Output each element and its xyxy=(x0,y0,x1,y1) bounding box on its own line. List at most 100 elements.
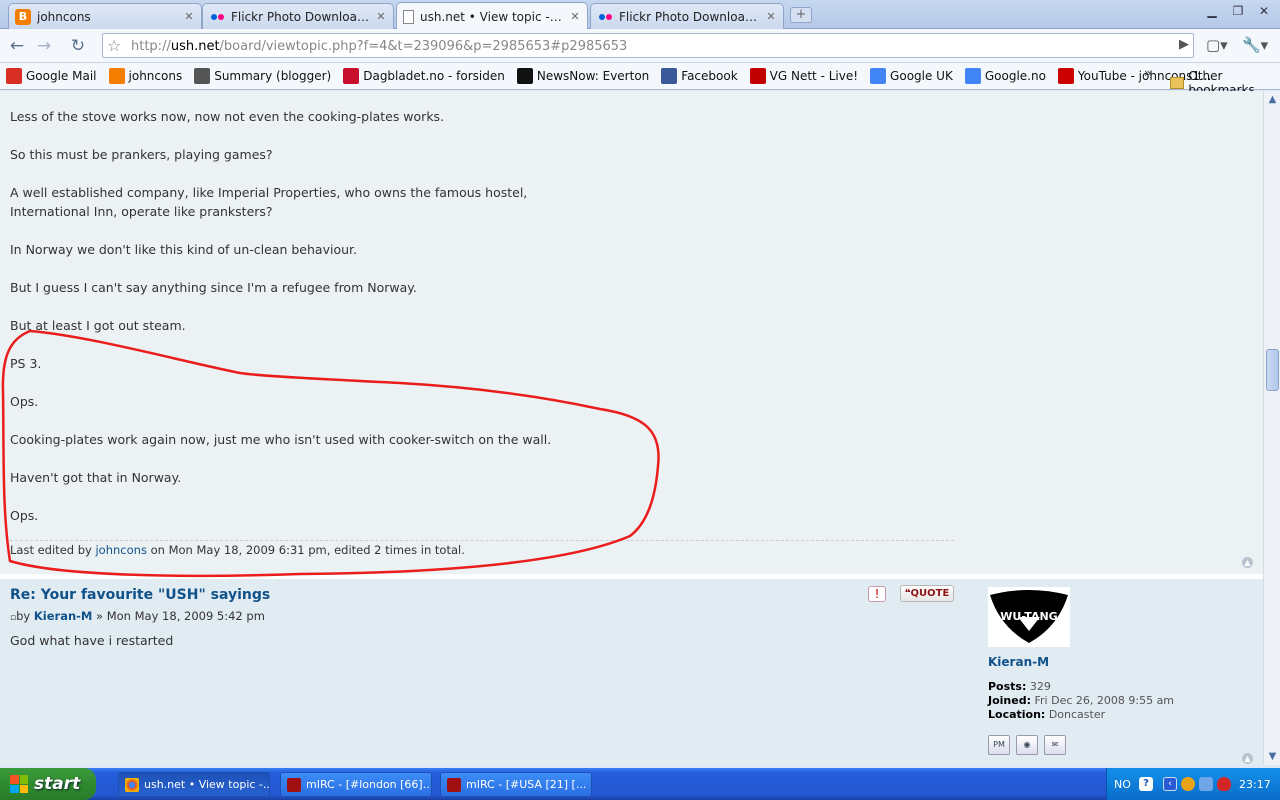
author-link[interactable]: Kieran-M xyxy=(34,609,93,623)
post-line: But at least I got out steam. xyxy=(10,318,186,333)
bookmark-item[interactable]: NewsNow: Everton xyxy=(516,68,649,84)
profile-actions: PM ◉ ✉ xyxy=(988,735,1248,755)
bookmark-label: Facebook xyxy=(681,69,738,83)
taskbar-button-mirc-london[interactable]: mIRC - [#london [66]... xyxy=(280,772,432,797)
bookmark-item[interactable]: VG Nett - Live! xyxy=(749,68,859,84)
bookmark-favicon-icon xyxy=(749,68,766,84)
scroll-up-icon[interactable]: ▲ xyxy=(1266,93,1279,106)
taskbar-button-chrome[interactable]: ush.net • View topic -... xyxy=(118,772,270,797)
back-to-top-icon[interactable]: ▲ xyxy=(1242,557,1253,568)
page-icon xyxy=(403,9,414,24)
bookmark-star-icon[interactable]: ☆ xyxy=(107,36,121,55)
bookmark-item[interactable]: Dagbladet.no - forsiden xyxy=(343,68,505,84)
post-line: But I guess I can't say anything since I… xyxy=(10,280,417,295)
url-text[interactable]: http://ush.net/board/viewtopic.php?f=4&t… xyxy=(131,39,627,54)
bookmark-item[interactable]: johncons xyxy=(108,68,182,84)
profile-location: Location: Doncaster xyxy=(988,708,1106,721)
bookmarks-overflow-icon[interactable]: » xyxy=(1144,66,1151,80)
quote-button[interactable]: ❝QUOTE xyxy=(900,585,954,602)
system-tray: NO ? ‹ 23:17 xyxy=(1106,768,1280,800)
post-line: Ops. xyxy=(10,508,39,523)
taskbar-button-mirc-usa[interactable]: mIRC - [#USA [21] [... xyxy=(440,772,592,797)
bookmark-item[interactable]: Google.no xyxy=(964,68,1046,84)
post-line: Haven't got that in Norway. xyxy=(10,470,182,485)
close-icon[interactable]: ✕ xyxy=(183,10,195,23)
bookmark-item[interactable]: Facebook xyxy=(661,68,738,84)
folder-icon xyxy=(1170,77,1185,89)
windows-logo-icon xyxy=(10,775,28,793)
scrollbar-thumb[interactable] xyxy=(1266,349,1279,391)
bookmark-item[interactable]: Summary (blogger) xyxy=(194,68,331,84)
bookmark-item[interactable]: Google UK xyxy=(870,68,953,84)
post-author-line: ▫by Kieran-M » Mon May 18, 2009 5:42 pm xyxy=(10,609,265,623)
window-controls: ▁ ❐ ✕ xyxy=(1200,2,1276,20)
post-line: In Norway we don't like this kind of un-… xyxy=(10,242,357,257)
close-icon[interactable]: ✕ xyxy=(765,10,777,23)
bookmark-favicon-icon xyxy=(870,68,887,84)
report-icon[interactable]: ! xyxy=(868,586,886,602)
address-bar[interactable]: ☆ http://ush.net/board/viewtopic.php?f=4… xyxy=(102,33,1194,58)
post-johncons: Less of the stove works now, now not eve… xyxy=(0,91,1263,574)
bookmark-label: VG Nett - Live! xyxy=(769,69,859,83)
pm-icon[interactable]: PM xyxy=(988,735,1010,755)
new-tab-button[interactable]: + xyxy=(790,7,812,23)
tab-strip: B johncons ✕ Flickr Photo Download: exp…… xyxy=(0,0,1280,30)
avatar[interactable]: WU-TANG xyxy=(988,587,1070,647)
restore-icon[interactable]: ❐ xyxy=(1226,2,1250,20)
profile-name-link[interactable]: Kieran-M xyxy=(988,655,1248,669)
chrome-icon xyxy=(125,777,139,792)
post-body: God what have i restarted xyxy=(10,633,174,648)
globe-icon[interactable]: ◉ xyxy=(1016,735,1038,755)
tab-ush-view-topic[interactable]: ush.net • View topic - Your … ✕ xyxy=(396,2,588,30)
network-icon[interactable] xyxy=(1181,777,1195,791)
clock: 23:17 xyxy=(1239,778,1271,791)
bookmark-label: Google Mail xyxy=(26,69,97,83)
post-line: So this must be prankers, playing games? xyxy=(10,147,273,162)
post-line: International Inn, operate like prankste… xyxy=(10,204,273,219)
signature-divider xyxy=(10,540,954,541)
forward-arrow-icon[interactable]: → xyxy=(33,35,55,57)
security-shield-icon[interactable] xyxy=(1217,777,1231,791)
close-window-icon[interactable]: ✕ xyxy=(1252,2,1276,20)
bookmark-favicon-icon xyxy=(964,68,981,84)
wrench-icon[interactable]: 🔧▾ xyxy=(1242,36,1268,54)
blogger-icon: B xyxy=(15,8,31,25)
close-icon[interactable]: ✕ xyxy=(569,10,581,23)
back-to-top-icon[interactable]: ▲ xyxy=(1242,753,1253,764)
bookmark-label: Google.no xyxy=(984,69,1046,83)
bookmark-item[interactable]: Google Mail xyxy=(6,68,97,84)
arrow-left-icon[interactable]: ‹ xyxy=(1163,777,1177,791)
post-line: PS 3. xyxy=(10,356,42,371)
go-icon[interactable]: ▶ xyxy=(1179,37,1189,52)
tab-flickr-exp[interactable]: Flickr Photo Download: exp… ✕ xyxy=(202,3,394,29)
close-icon[interactable]: ✕ xyxy=(375,10,387,23)
edit-user-link[interactable]: johncons xyxy=(95,543,146,557)
bookmark-favicon-icon xyxy=(343,68,360,84)
post-line: A well established company, like Imperia… xyxy=(10,185,528,200)
profile-posts: Posts: 329 xyxy=(988,680,1051,693)
post-line: Less of the stove works now, now not eve… xyxy=(10,109,445,124)
tab-label: johncons xyxy=(37,9,91,24)
contact-icon[interactable]: ✉ xyxy=(1044,735,1066,755)
scroll-down-icon[interactable]: ▼ xyxy=(1266,750,1279,763)
minimize-icon[interactable]: ▁ xyxy=(1200,2,1224,20)
tab-johncons[interactable]: B johncons ✕ xyxy=(8,3,202,29)
reload-icon[interactable]: ↻ xyxy=(67,35,89,57)
page-menu-icon[interactable]: ▢▾ xyxy=(1206,36,1228,54)
svg-text:WU-TANG: WU-TANG xyxy=(1000,610,1057,623)
language-indicator[interactable]: NO xyxy=(1114,778,1131,791)
start-button[interactable]: start xyxy=(0,768,96,800)
tab-label: ush.net • View topic - Your … xyxy=(420,9,565,24)
tab-flickr-ush[interactable]: Flickr Photo Download: ush 1 ✕ xyxy=(590,3,784,29)
profile-joined: Joined: Fri Dec 26, 2008 9:55 am xyxy=(988,694,1175,707)
user-icon[interactable] xyxy=(1199,777,1213,791)
back-arrow-icon[interactable]: ← xyxy=(6,35,28,57)
bookmarks-bar: Google Mail johncons Summary (blogger) Dagb… xyxy=(0,63,1280,97)
page-content: Less of the stove works now, now not eve… xyxy=(0,91,1263,765)
bookmark-favicon-icon xyxy=(194,68,211,84)
vertical-scrollbar[interactable]: ▲ ▼ xyxy=(1263,91,1280,765)
help-icon[interactable]: ? xyxy=(1139,777,1153,791)
tab-label: Flickr Photo Download: exp… xyxy=(231,9,371,24)
wu-tang-logo-icon: WU-TANG xyxy=(990,590,1068,643)
post-title-link[interactable]: Re: Your favourite "USH" sayings xyxy=(10,587,270,603)
